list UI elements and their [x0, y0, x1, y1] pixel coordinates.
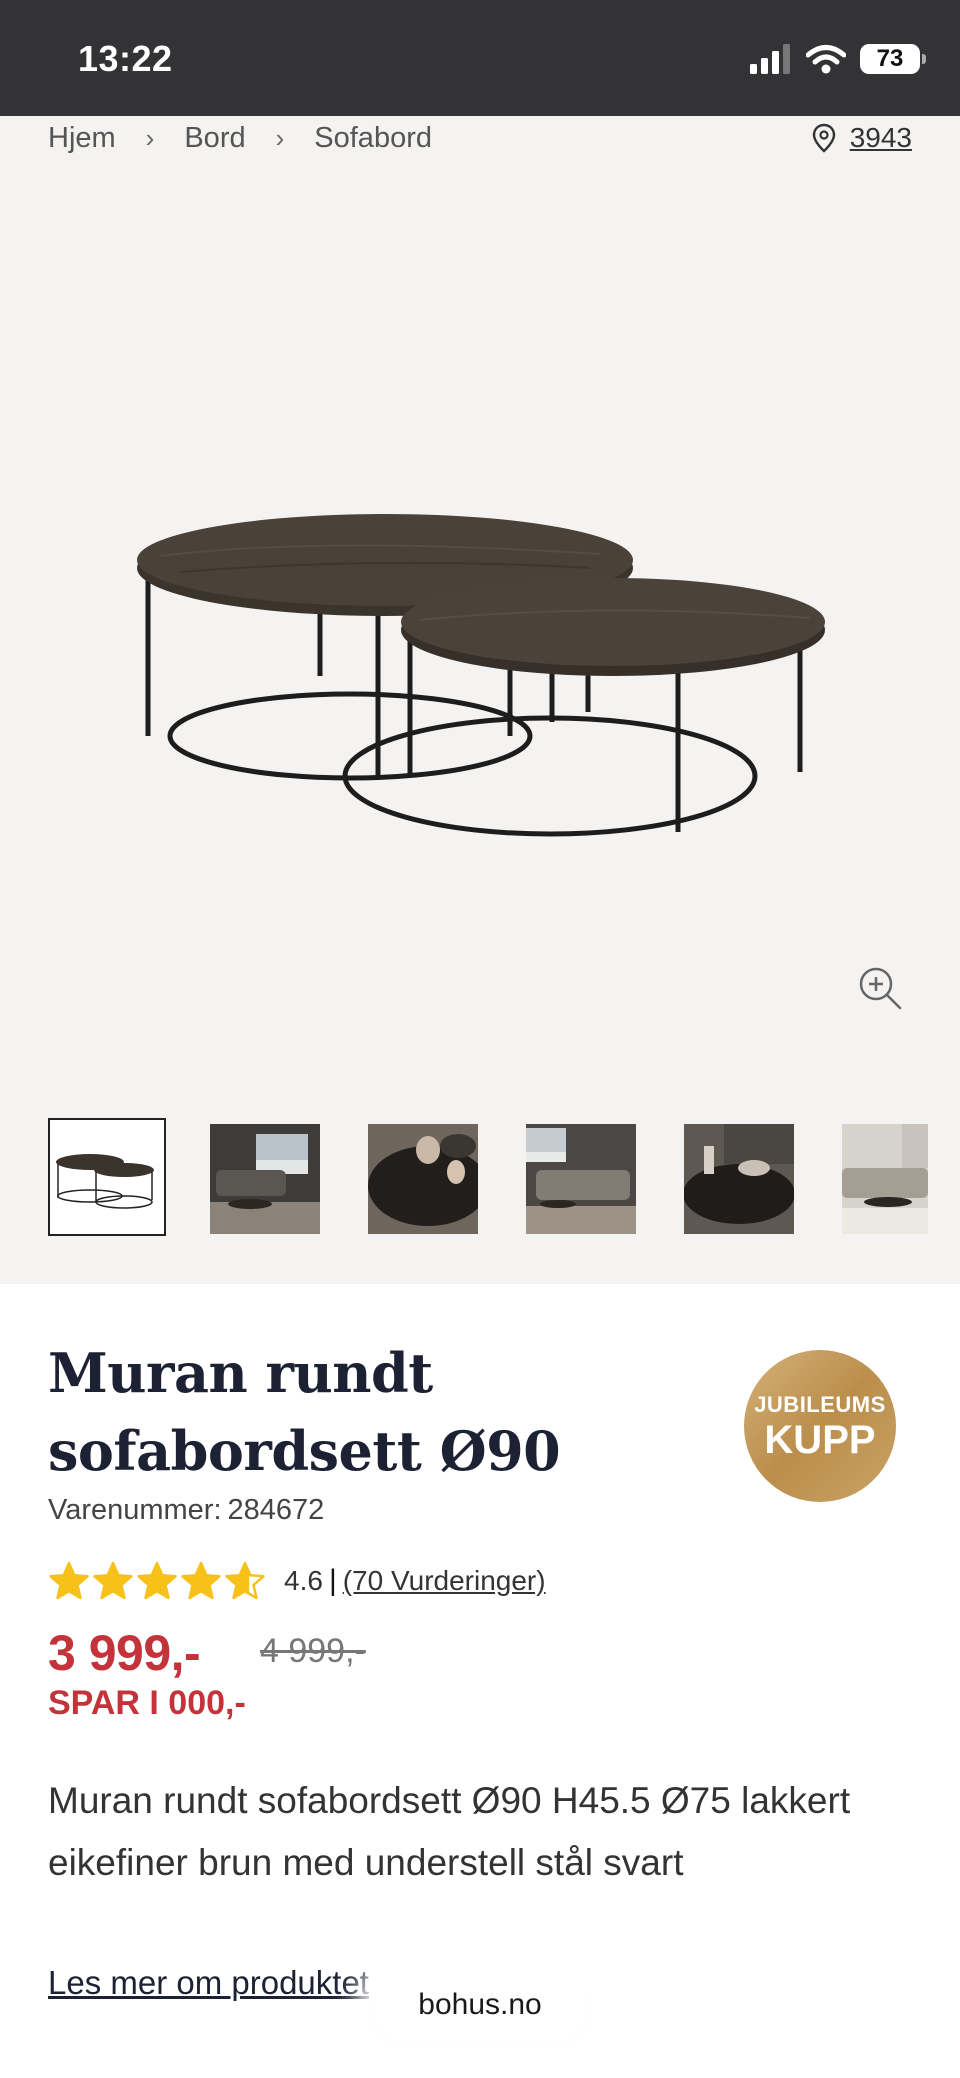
status-icons: 73 — [750, 42, 926, 76]
zoom-in-icon[interactable] — [856, 964, 904, 1012]
star-icon — [93, 1561, 133, 1600]
star-icon — [137, 1561, 177, 1600]
read-more-link[interactable]: Les mer om produktet — [48, 1964, 369, 2002]
star-icon — [181, 1561, 221, 1600]
thumbnail-3[interactable] — [368, 1124, 478, 1234]
location-pin-icon — [812, 123, 835, 153]
battery-icon: 73 — [860, 44, 926, 74]
breadcrumb-item-sofabord[interactable]: Sofabord — [314, 122, 432, 155]
thumbnail-4[interactable] — [526, 1124, 636, 1234]
product-title: Muran rundt sofabordsett Ø90 — [48, 1334, 568, 1490]
status-bar: 13:22 73 — [0, 0, 960, 116]
breadcrumb-item-home[interactable]: Hjem — [48, 122, 116, 155]
product-title-line1: Muran rundt — [48, 1341, 433, 1405]
thumbnail-1[interactable] — [48, 1118, 166, 1236]
browser-domain-pill[interactable]: bohus.no — [370, 1966, 590, 2044]
chevron-right-icon: › — [275, 122, 285, 153]
wifi-icon — [806, 45, 846, 74]
rating-separator: | — [328, 1564, 337, 1597]
badge-top-text: JUBILEUMS — [754, 1392, 886, 1417]
sku-value: 284672 — [227, 1494, 325, 1526]
product-image[interactable] — [120, 416, 840, 976]
savings-text: SPAR I 000,- — [48, 1684, 246, 1722]
product-title-line2: sofabordsett Ø90 — [48, 1419, 561, 1483]
signal-icon — [750, 44, 790, 74]
rating-value: 4.6 — [284, 1565, 323, 1596]
chevron-right-icon: › — [145, 122, 155, 153]
thumbnail-strip — [48, 1118, 928, 1236]
rating-stars — [48, 1560, 266, 1602]
product-description: Muran rundt sofabordsett Ø90 H45.5 Ø75 l… — [48, 1780, 851, 1883]
current-price: 3 999,- — [48, 1625, 201, 1681]
store-number[interactable]: 3943 — [850, 122, 912, 154]
reviews-link[interactable]: (70 Vurderinger) — [343, 1565, 546, 1597]
product-gallery: Hjem › Bord › Sofabord 3943 — [0, 116, 960, 1284]
sku: Varenummer: 284672 — [48, 1494, 324, 1527]
breadcrumb: Hjem › Bord › Sofabord — [48, 116, 432, 160]
star-icon — [49, 1561, 89, 1600]
star-icon — [225, 1561, 265, 1600]
breadcrumb-item-bord[interactable]: Bord — [184, 122, 245, 155]
status-time: 13:22 — [78, 38, 173, 79]
jubileums-kupp-badge: JUBILEUMS KUPP — [744, 1350, 896, 1502]
thumbnail-2[interactable] — [210, 1124, 320, 1234]
rating: 4.6 | (70 Vurderinger) — [48, 1560, 546, 1602]
thumbnail-5[interactable] — [684, 1124, 794, 1234]
thumbnail-6[interactable] — [842, 1124, 928, 1234]
badge-main-text: KUPP — [764, 1418, 876, 1462]
store-selector[interactable]: 3943 — [812, 116, 912, 160]
old-price: 4 999,- — [260, 1632, 366, 1670]
sku-label: Varenummer: — [48, 1494, 222, 1526]
